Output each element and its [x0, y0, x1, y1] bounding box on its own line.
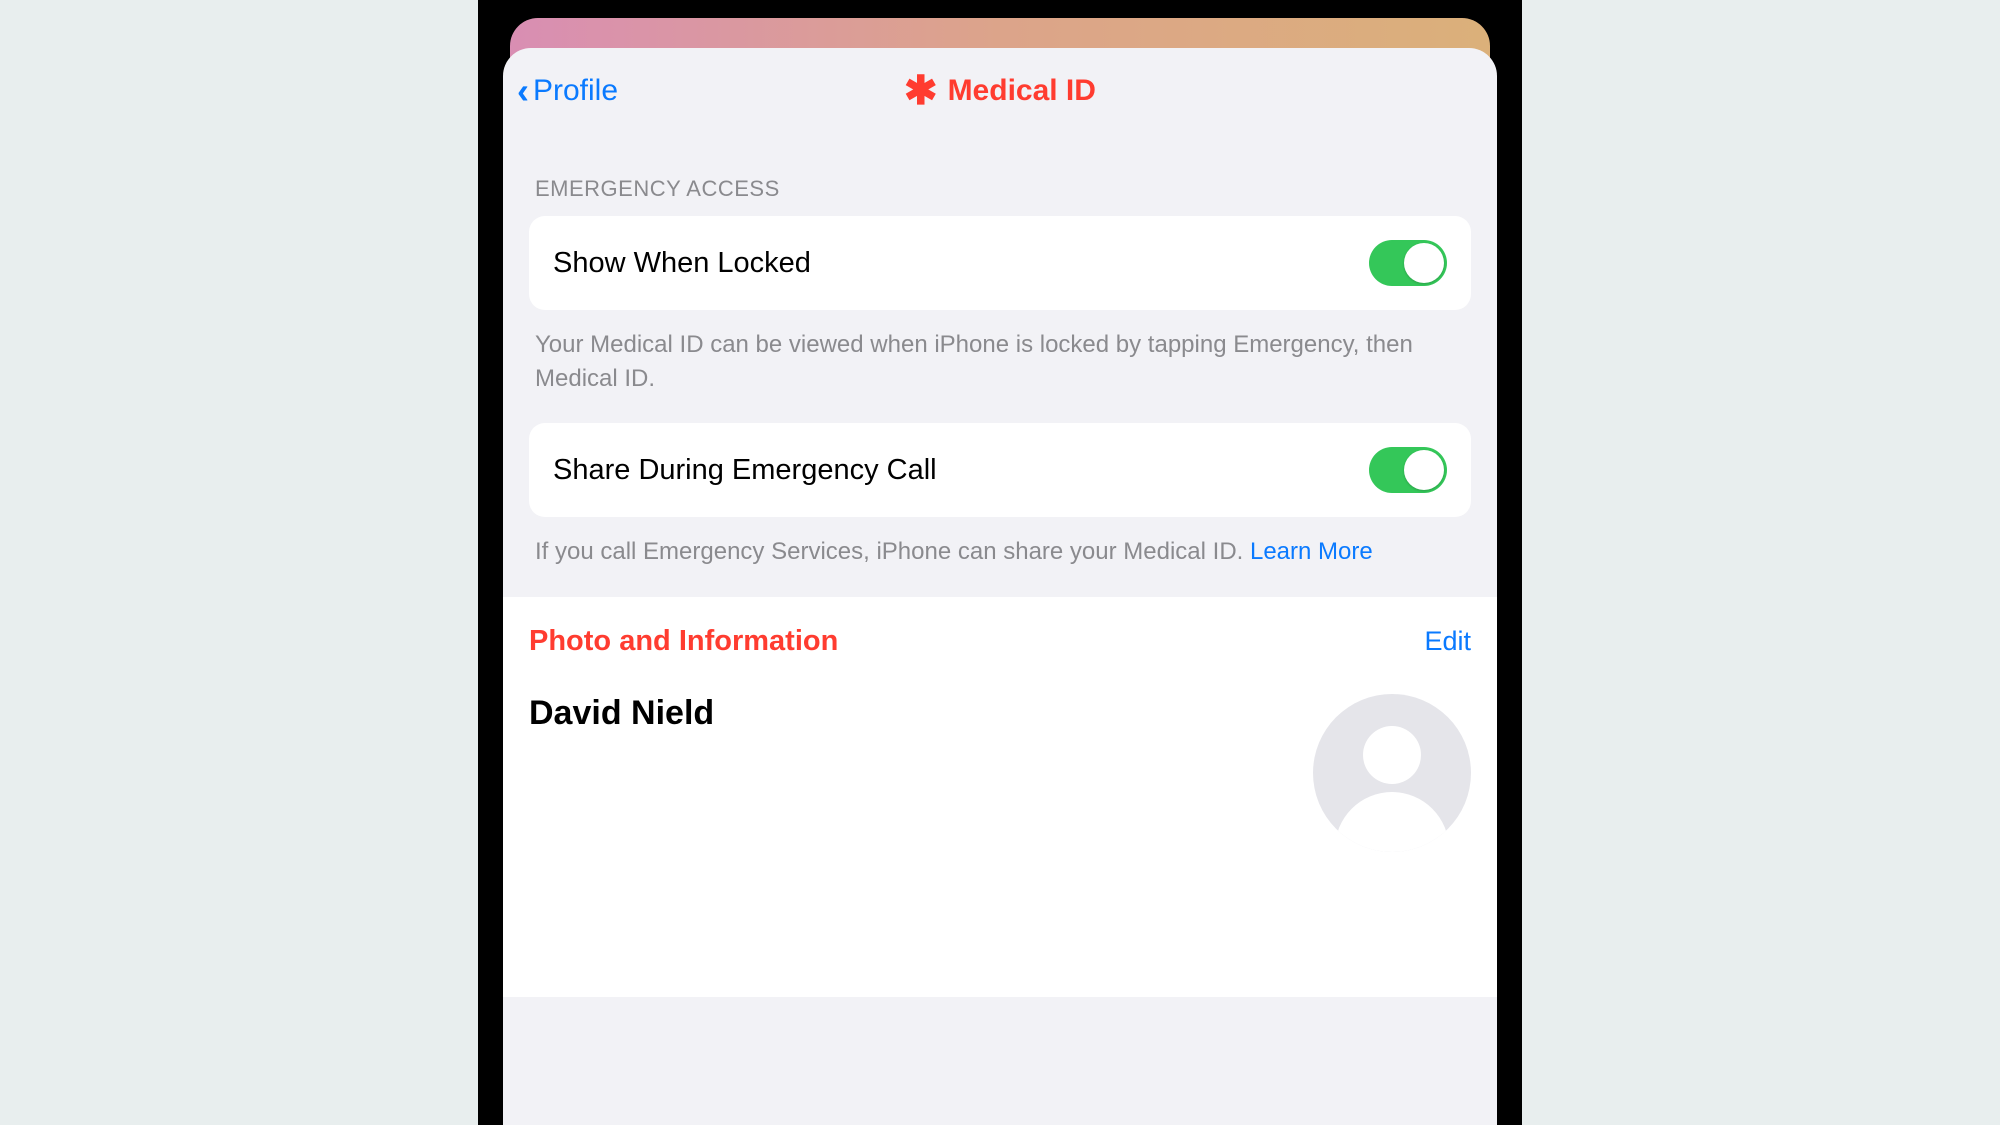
share-footer-text: If you call Emergency Services, iPhone c…: [535, 538, 1250, 565]
title-text: Medical ID: [948, 74, 1096, 108]
show-when-locked-label: Show When Locked: [553, 247, 811, 280]
page-title: ✱ Medical ID: [904, 71, 1096, 111]
show-when-locked-toggle[interactable]: [1369, 240, 1447, 286]
avatar-placeholder-icon: [1313, 694, 1471, 852]
phone-frame: ‹ Profile ✱ Medical ID EMERGENCY ACCESS …: [478, 0, 1522, 1125]
edit-button[interactable]: Edit: [1424, 626, 1471, 657]
chevron-left-icon: ‹: [517, 73, 529, 109]
person-name: David Nield: [529, 694, 714, 733]
share-during-call-footer: If you call Emergency Services, iPhone c…: [529, 517, 1471, 597]
share-during-call-label: Share During Emergency Call: [553, 454, 937, 487]
show-when-locked-footer: Your Medical ID can be viewed when iPhon…: [529, 310, 1471, 423]
back-label: Profile: [533, 74, 618, 108]
back-button[interactable]: ‹ Profile: [517, 48, 618, 134]
photo-info-header: Photo and Information: [529, 625, 838, 658]
show-when-locked-row: Show When Locked: [529, 216, 1471, 310]
share-during-call-row: Share During Emergency Call: [529, 423, 1471, 517]
emergency-access-header: EMERGENCY ACCESS: [529, 134, 1471, 216]
medical-asterisk-icon: ✱: [904, 71, 938, 111]
modal-sheet: ‹ Profile ✱ Medical ID EMERGENCY ACCESS …: [503, 48, 1497, 1125]
photo-info-section: Photo and Information Edit David Nield: [503, 597, 1497, 997]
share-during-call-toggle[interactable]: [1369, 447, 1447, 493]
navigation-bar: ‹ Profile ✱ Medical ID: [503, 48, 1497, 134]
learn-more-link[interactable]: Learn More: [1250, 538, 1373, 565]
